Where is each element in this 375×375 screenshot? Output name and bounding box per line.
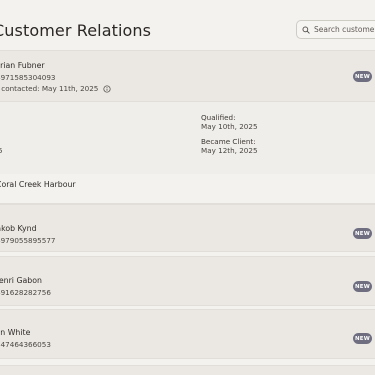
customer-phone: +447464366053 — [0, 340, 51, 349]
customer-card[interactable]: Jakob Kynd +4979055895577 NEW — [0, 204, 375, 252]
customer-name: Adrian Fubner — [0, 61, 45, 70]
customer-phone: +491628282756 — [0, 288, 51, 297]
status-badge: NEW — [353, 71, 372, 82]
last-contacted: Last contacted: May 11th, 2025 — [0, 84, 111, 93]
page-title: Customer Relations — [0, 21, 152, 40]
status-badge: NEW — [353, 333, 372, 344]
customer-details: 5 Qualified: May 10th, 2025 Became Clien… — [0, 102, 375, 174]
became-client-date: May 12th, 2025 — [201, 146, 258, 155]
status-badge: NEW — [353, 281, 372, 292]
customer-relations-page: Customer Relations Adrian Fubner +497158… — [0, 0, 375, 375]
detail-left-bottom: 5 — [0, 146, 3, 155]
search-icon — [302, 26, 310, 34]
qualified-date: May 10th, 2025 — [201, 122, 258, 131]
search-input[interactable] — [314, 25, 375, 34]
customer-location: Coral Creek Harbour — [0, 180, 76, 189]
last-contacted-text: Last contacted: May 11th, 2025 — [0, 84, 99, 93]
became-client-label: Became Client: — [201, 137, 256, 146]
customer-phone: +4979055895577 — [0, 236, 56, 245]
customer-card[interactable]: Adrian Fubner +4971585304093 Last contac… — [0, 50, 375, 102]
qualified-label: Qualified: — [201, 113, 236, 122]
customer-card[interactable]: Ann White +447464366053 NEW — [0, 309, 375, 359]
info-icon[interactable] — [103, 84, 111, 93]
customer-phone: +4971585304093 — [0, 73, 56, 82]
customer-card[interactable]: Henri Gabon +491628282756 NEW — [0, 256, 375, 306]
search-box[interactable] — [296, 20, 375, 39]
customer-card[interactable] — [0, 365, 375, 375]
customer-name: Ann White — [0, 328, 31, 337]
customer-name: Henri Gabon — [0, 276, 42, 285]
customer-name: Jakob Kynd — [0, 224, 37, 233]
status-badge: NEW — [353, 228, 372, 239]
